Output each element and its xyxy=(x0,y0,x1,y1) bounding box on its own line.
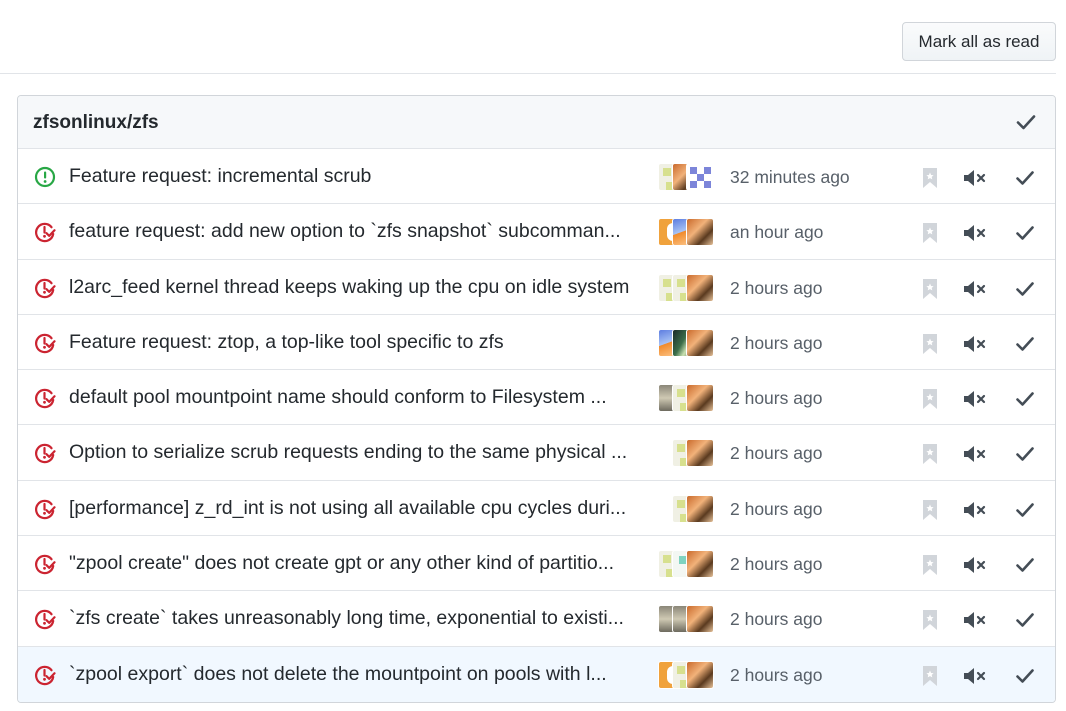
participant-avatars xyxy=(658,218,714,247)
bookmark-icon[interactable] xyxy=(917,441,943,467)
avatar[interactable] xyxy=(686,550,714,579)
bookmark-icon[interactable] xyxy=(917,276,943,302)
notification-row[interactable]: [performance] z_rd_int is not using all … xyxy=(18,480,1055,537)
participant-avatars xyxy=(658,660,714,689)
mute-icon[interactable] xyxy=(962,607,988,633)
bookmark-icon[interactable] xyxy=(917,331,943,357)
notification-row[interactable]: Option to serialize scrub requests endin… xyxy=(18,425,1055,481)
bookmark-icon[interactable] xyxy=(917,220,943,246)
issue-closed-icon xyxy=(34,277,56,299)
mark-repo-read-check-icon[interactable] xyxy=(1015,112,1037,132)
check-icon[interactable] xyxy=(1012,331,1038,357)
issue-closed-icon xyxy=(34,332,56,354)
notification-time: 2 hours ago xyxy=(730,332,823,353)
participant-avatars xyxy=(658,328,714,357)
mute-icon[interactable] xyxy=(962,497,988,523)
repo-name-link[interactable]: zfsonlinux/zfs xyxy=(33,112,159,134)
mute-icon[interactable] xyxy=(962,663,988,689)
issue-closed-icon xyxy=(34,442,56,464)
avatar[interactable] xyxy=(686,163,714,191)
notification-row[interactable]: feature request: add new option to `zfs … xyxy=(18,204,1055,260)
participant-avatars xyxy=(672,439,714,468)
mute-icon[interactable] xyxy=(962,386,988,412)
issue-closed-icon xyxy=(34,221,56,243)
notification-row[interactable]: Feature request: ztop, a top-like tool s… xyxy=(18,314,1055,371)
notification-time: 2 hours ago xyxy=(730,664,823,685)
notification-title[interactable]: Feature request: ztop, a top-like tool s… xyxy=(69,331,641,354)
participant-avatars xyxy=(658,273,714,302)
notification-row[interactable]: `zpool export` does not delete the mount… xyxy=(18,646,1055,702)
notification-row[interactable]: Feature request: incremental scrub 32 mi… xyxy=(18,149,1055,205)
mute-icon[interactable] xyxy=(962,220,988,246)
notification-time: 2 hours ago xyxy=(730,554,823,575)
avatar[interactable] xyxy=(686,218,714,247)
avatar[interactable] xyxy=(686,494,714,523)
check-icon[interactable] xyxy=(1012,165,1038,191)
notification-title[interactable]: `zpool export` does not delete the mount… xyxy=(69,663,641,686)
check-icon[interactable] xyxy=(1012,276,1038,302)
bookmark-icon[interactable] xyxy=(917,497,943,523)
notification-row[interactable]: default pool mountpoint name should conf… xyxy=(18,370,1055,426)
repo-notifications-box: zfsonlinux/zfs Feature request: incremen… xyxy=(17,95,1056,703)
notification-title[interactable]: "zpool create" does not create gpt or an… xyxy=(69,552,641,575)
notification-time: 32 minutes ago xyxy=(730,167,850,187)
notification-title[interactable]: feature request: add new option to `zfs … xyxy=(69,220,641,243)
repo-header: zfsonlinux/zfs xyxy=(18,96,1055,149)
mute-icon[interactable] xyxy=(962,552,988,578)
participant-avatars xyxy=(658,384,714,413)
bookmark-icon[interactable] xyxy=(917,165,943,191)
participant-avatars xyxy=(658,163,714,191)
issue-closed-icon xyxy=(34,387,56,409)
issue-closed-icon xyxy=(34,608,56,630)
bookmark-icon[interactable] xyxy=(917,663,943,689)
avatar[interactable] xyxy=(686,384,714,413)
issue-closed-icon xyxy=(34,498,56,520)
check-icon[interactable] xyxy=(1012,552,1038,578)
mute-icon[interactable] xyxy=(962,276,988,302)
issue-closed-icon xyxy=(34,664,56,686)
notification-list: Feature request: incremental scrub 32 mi… xyxy=(18,149,1055,702)
mute-icon[interactable] xyxy=(962,331,988,357)
participant-avatars xyxy=(658,550,714,579)
issue-opened-icon xyxy=(34,166,56,188)
check-icon[interactable] xyxy=(1012,663,1038,689)
notification-title[interactable]: [performance] z_rd_int is not using all … xyxy=(69,497,641,520)
check-icon[interactable] xyxy=(1012,220,1038,246)
notification-time: 2 hours ago xyxy=(730,498,823,519)
notification-time: an hour ago xyxy=(730,222,824,243)
notification-time: 2 hours ago xyxy=(730,388,823,409)
bookmark-icon[interactable] xyxy=(917,552,943,578)
notification-time: 2 hours ago xyxy=(730,443,823,464)
notification-title[interactable]: Feature request: incremental scrub xyxy=(69,165,641,188)
mute-icon[interactable] xyxy=(962,441,988,467)
mark-all-as-read-button[interactable]: Mark all as read xyxy=(902,22,1056,61)
check-icon[interactable] xyxy=(1012,386,1038,412)
check-icon[interactable] xyxy=(1012,497,1038,523)
notification-title[interactable]: `zfs create` takes unreasonably long tim… xyxy=(69,607,641,630)
notification-title[interactable]: Option to serialize scrub requests endin… xyxy=(69,441,641,464)
avatar[interactable] xyxy=(686,273,714,302)
bookmark-icon[interactable] xyxy=(917,607,943,633)
notification-title[interactable]: default pool mountpoint name should conf… xyxy=(69,386,641,409)
avatar[interactable] xyxy=(686,660,714,689)
participant-avatars xyxy=(672,494,714,523)
notification-row[interactable]: l2arc_feed kernel thread keeps waking up… xyxy=(18,259,1055,315)
avatar[interactable] xyxy=(686,605,714,634)
issue-closed-icon xyxy=(34,553,56,575)
participant-avatars xyxy=(658,605,714,634)
check-icon[interactable] xyxy=(1012,441,1038,467)
notification-time: 2 hours ago xyxy=(730,277,823,298)
check-icon[interactable] xyxy=(1012,607,1038,633)
notifications-toolbar: Mark all as read xyxy=(0,0,1056,74)
notification-time: 2 hours ago xyxy=(730,609,823,630)
bookmark-icon[interactable] xyxy=(917,386,943,412)
avatar[interactable] xyxy=(686,328,714,357)
avatar[interactable] xyxy=(686,439,714,468)
notification-row[interactable]: `zfs create` takes unreasonably long tim… xyxy=(18,591,1055,647)
notification-title[interactable]: l2arc_feed kernel thread keeps waking up… xyxy=(69,276,641,299)
mute-icon[interactable] xyxy=(962,165,988,191)
notification-row[interactable]: "zpool create" does not create gpt or an… xyxy=(18,536,1055,592)
